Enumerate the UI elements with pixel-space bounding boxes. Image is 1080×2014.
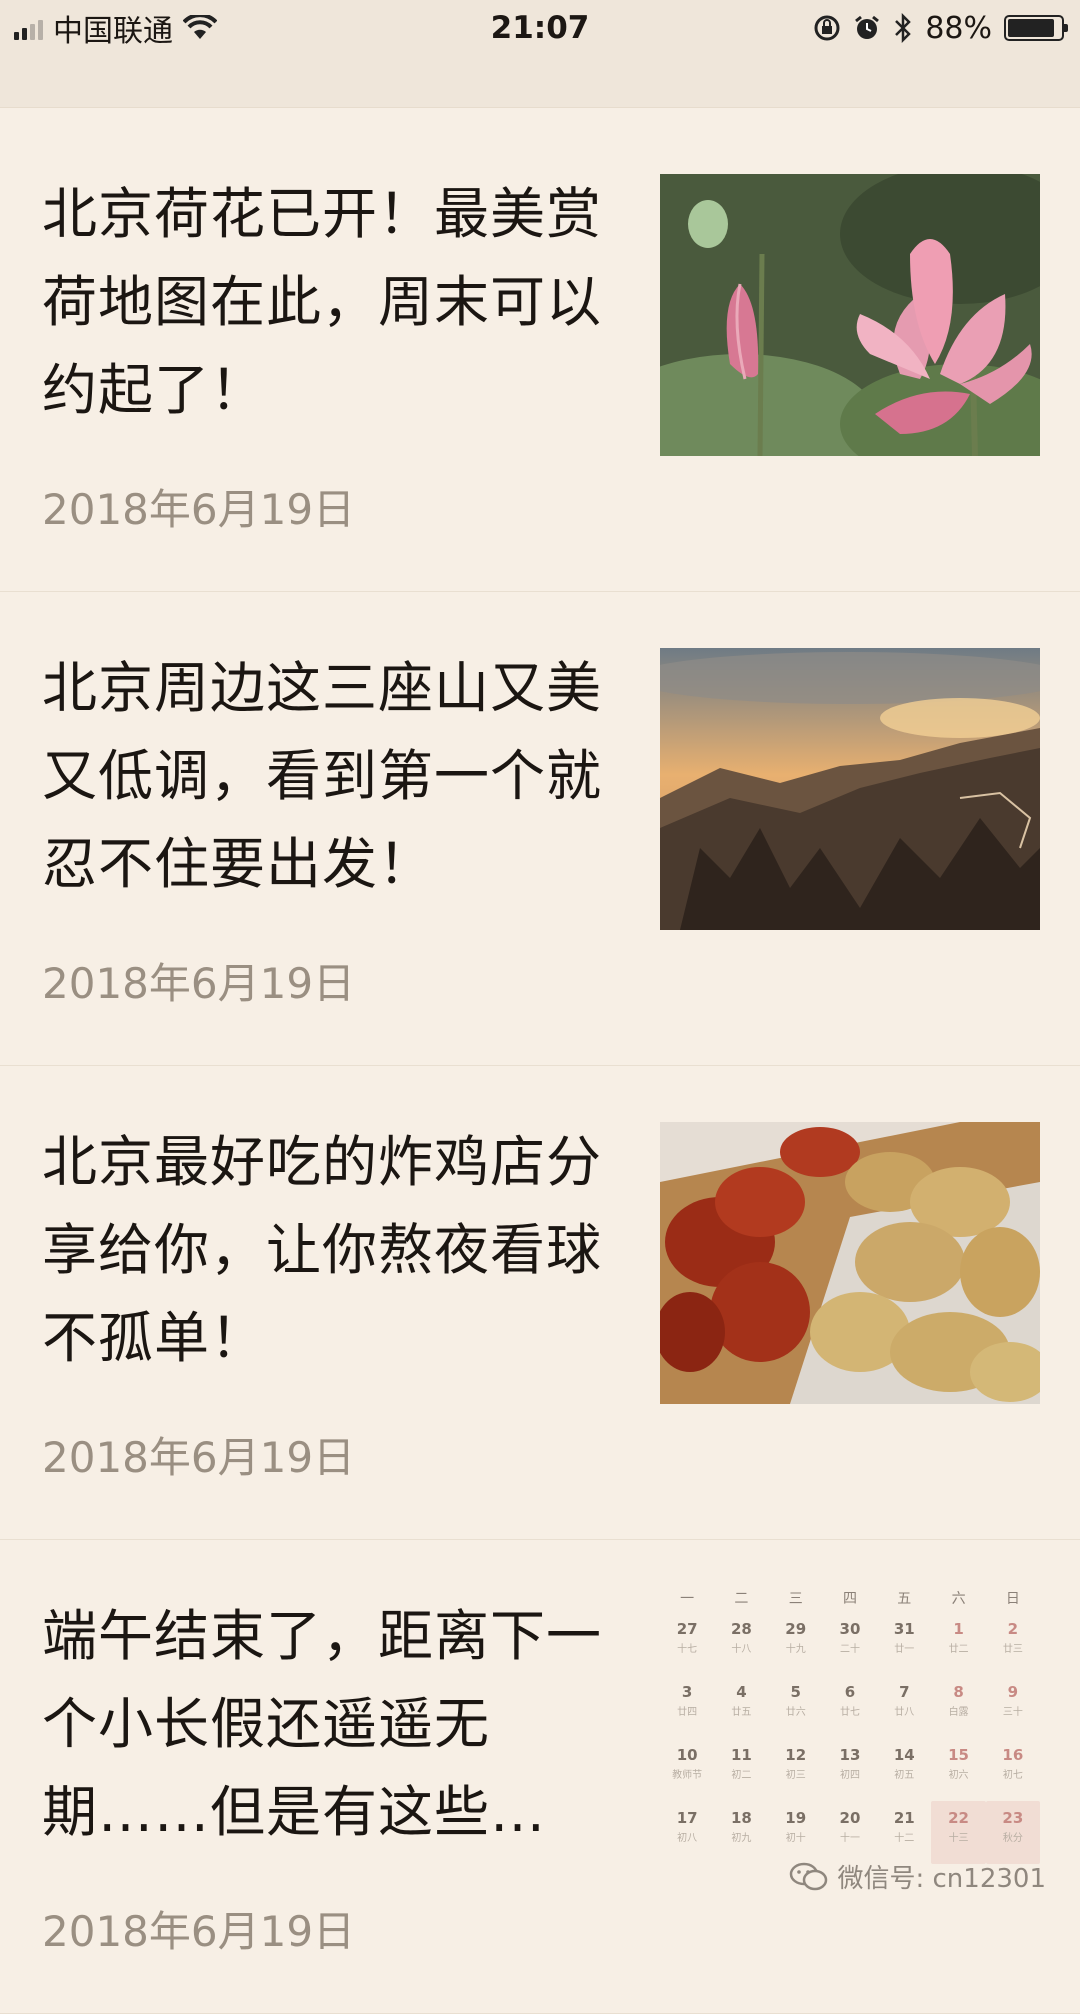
calendar-week-row: 10 教师节 11 初二 12 初三 13 初四 14 初五 15 初六 16 初七	[660, 1738, 1040, 1801]
calendar-day: 21 十二	[893, 1809, 915, 1844]
article-item[interactable]: 北京最好吃的炸鸡店分享给你，让你熬夜看球不孤单！ 2018年6月19日	[0, 1066, 1080, 1540]
alarm-icon	[855, 15, 880, 39]
calendar-day: 11 初二	[730, 1746, 752, 1781]
calendar-day: 4 廿五	[731, 1683, 752, 1718]
mountain-photo[interactable]	[660, 648, 1040, 930]
calendar-week-row: 17 初八 18 初九 19 初十 20 十一 21 十二 22 十三 23 秋分	[660, 1801, 1040, 1864]
status-bar: 中国联通 21:07 88%	[0, 0, 1080, 108]
calendar-day: 13 初四	[839, 1746, 861, 1781]
calendar-day: 8 白露	[948, 1683, 969, 1718]
article-list: 北京荷花已开！最美赏荷地图在此，周末可以约起了！ 2018年6月19日 北京周边…	[0, 118, 1080, 2014]
calendar-weekday: 一	[680, 1591, 695, 1607]
calendar-day: 29 十九	[785, 1620, 807, 1655]
wechat-watermark: 微信号: cn12301	[789, 1858, 1046, 1895]
bluetooth-icon	[895, 13, 912, 43]
calendar-day: 15 初六	[948, 1746, 969, 1781]
wechat-icon	[790, 1862, 828, 1890]
calendar-day: 3 廿四	[677, 1683, 698, 1718]
calendar-day: 9 三十	[1002, 1683, 1023, 1718]
calendar-day: 18 初九	[730, 1809, 752, 1844]
calendar-day: 6 廿七	[839, 1683, 860, 1718]
calendar-week-row: 27 十七 28 十八 29 十九 30 二十 31 廿一 1 廿二 2 廿三	[660, 1612, 1040, 1675]
calendar-day-holiday: 23 秋分	[985, 1801, 1040, 1864]
article-item[interactable]: 北京荷花已开！最美赏荷地图在此，周末可以约起了！ 2018年6月19日	[0, 118, 1080, 592]
calendar-week-row: 3 廿四 4 廿五 5 廿六 6 廿七 7 廿八 8 白露 9 三十	[660, 1675, 1040, 1738]
calendar-image[interactable]: 一 二 三 四 五 六 日 27 十七 28 十八 29 十九 30 二十 31 廿一 1…	[660, 1588, 1040, 1888]
article-title[interactable]: 北京荷花已开！最美赏荷地图在此，周末可以约起了！	[42, 170, 602, 434]
calendar-day: 31 廿一	[893, 1620, 915, 1655]
calendar-weekday: 日	[1005, 1591, 1020, 1607]
calendar-day: 16 初七	[1002, 1746, 1024, 1781]
calendar-day: 17 初八	[676, 1809, 698, 1844]
calendar-weekday: 二	[734, 1591, 749, 1607]
battery-icon	[1004, 15, 1068, 41]
calendar-weekday: 六	[951, 1591, 966, 1607]
calendar-day: 28 十八	[730, 1620, 752, 1655]
article-item[interactable]: 北京周边这三座山又美又低调，看到第一个就忍不住要出发！ 2018年6月19日	[0, 592, 1080, 1066]
article-title[interactable]: 北京最好吃的炸鸡店分享给你，让你熬夜看球不孤单！	[42, 1118, 602, 1382]
calendar-weekday: 五	[897, 1591, 912, 1607]
battery-percent: 88%	[925, 10, 992, 46]
article-date: 2018年6月19日	[42, 1433, 356, 1482]
article-date: 2018年6月19日	[42, 1907, 356, 1956]
calendar-weekday: 四	[842, 1591, 857, 1607]
article-date: 2018年6月19日	[42, 485, 356, 534]
calendar-day: 27 十七	[676, 1620, 698, 1655]
calendar-day-holiday: 22 十三	[931, 1801, 986, 1864]
article-date: 2018年6月19日	[42, 959, 356, 1008]
calendar-day: 7 廿八	[894, 1683, 915, 1718]
calendar-day: 2 廿三	[1002, 1620, 1023, 1655]
calendar-day: 20 十一	[839, 1809, 861, 1844]
rotation-lock-icon	[814, 15, 840, 41]
article-item[interactable]: 端午结束了，距离下一个小长假还遥遥无期……但是有这些… 2018年6月19日 一…	[0, 1540, 1080, 2014]
calendar-day: 12 初三	[785, 1746, 807, 1781]
calendar-day: 10 教师节	[672, 1746, 703, 1781]
calendar-weekday: 三	[788, 1591, 803, 1607]
lotus-photo[interactable]	[660, 174, 1040, 456]
calendar-day: 14 初五	[893, 1746, 915, 1781]
calendar-weekday-row: 一 二 三 四 五 六 日	[660, 1588, 1040, 1612]
battery-level	[1008, 19, 1054, 37]
calendar-day: 5 廿六	[785, 1683, 806, 1718]
fried-chicken-photo[interactable]	[660, 1122, 1040, 1404]
article-title[interactable]: 北京周边这三座山又美又低调，看到第一个就忍不住要出发！	[42, 644, 602, 908]
status-right: 88%	[813, 8, 1068, 48]
article-title[interactable]: 端午结束了，距离下一个小长假还遥遥无期……但是有这些…	[42, 1592, 602, 1856]
calendar-day: 19 初十	[785, 1809, 807, 1844]
calendar-day: 30 二十	[839, 1620, 861, 1655]
calendar-day: 1 廿二	[948, 1620, 969, 1655]
watermark-text: 微信号: cn12301	[837, 1864, 1046, 1894]
